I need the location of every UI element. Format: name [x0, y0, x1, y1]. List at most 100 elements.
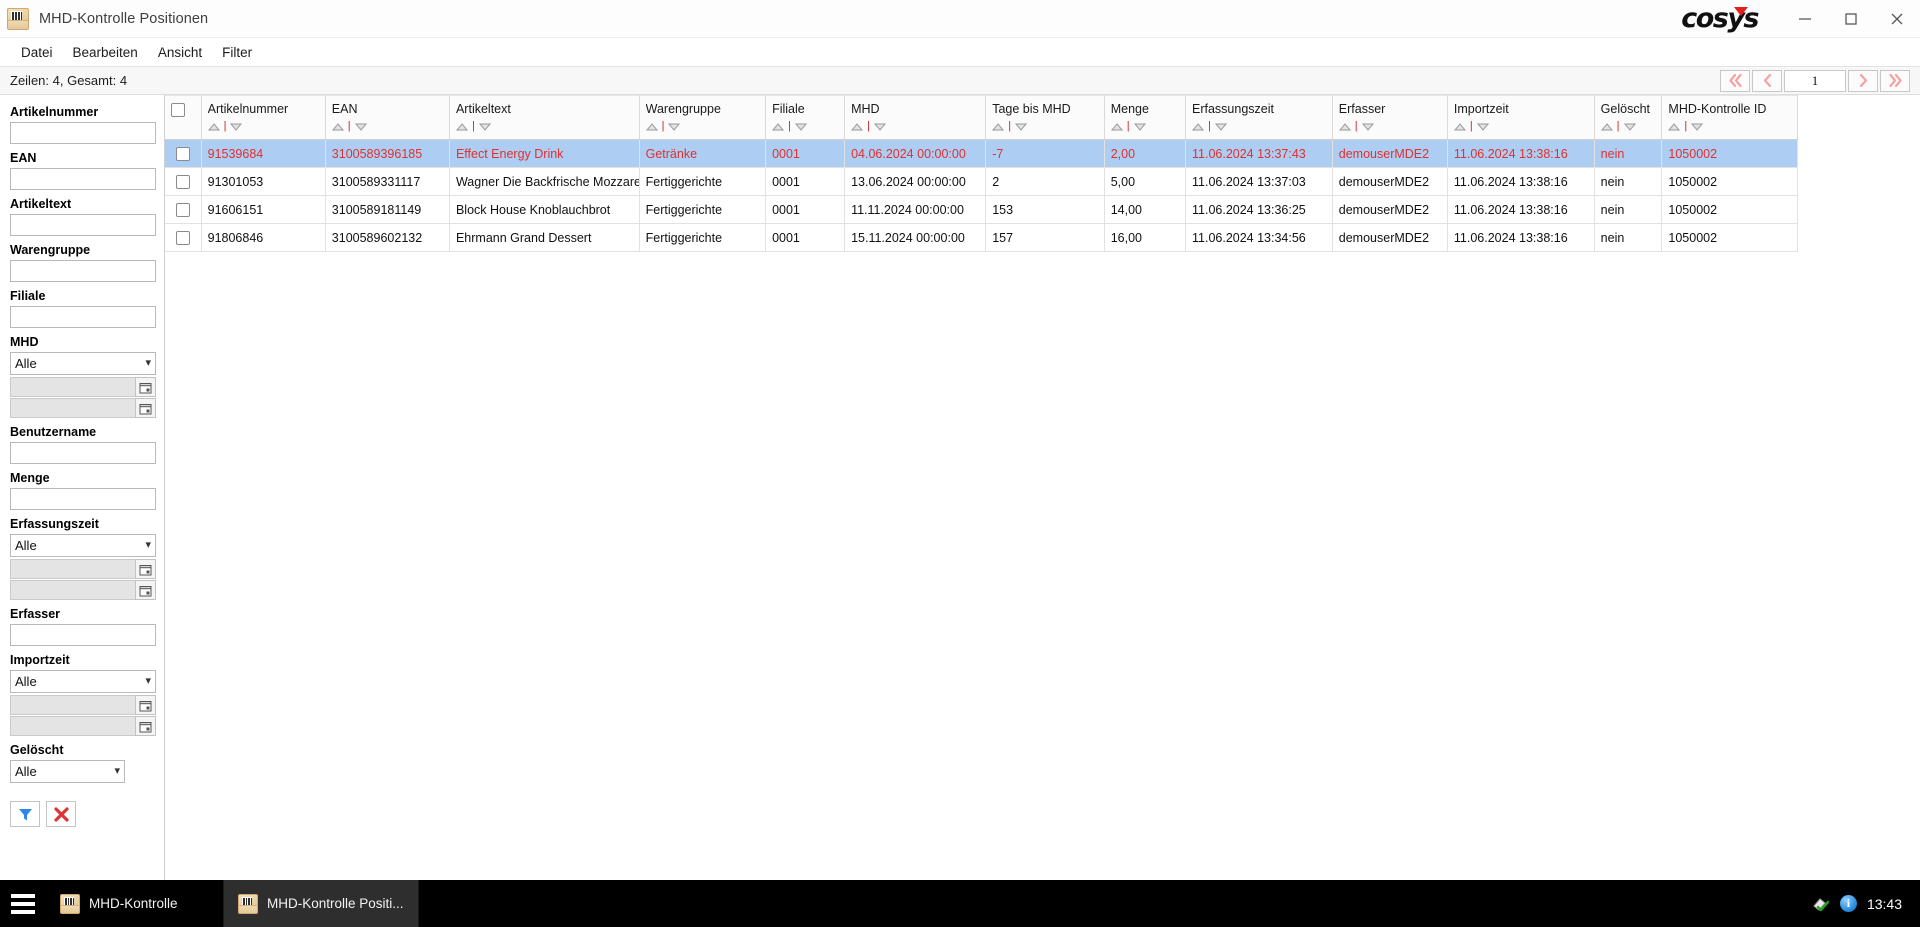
- row-checkbox[interactable]: [175, 174, 190, 189]
- menu-item-datei[interactable]: Datei: [12, 42, 62, 63]
- barcode-package-icon: [238, 893, 258, 914]
- column-header-artikelnummer[interactable]: Artikelnummer |: [201, 95, 326, 140]
- table-row[interactable]: 91606151 3100589181149 Block House Knobl…: [165, 195, 1798, 224]
- table-row[interactable]: 91539684 3100589396185 Effect Energy Dri…: [165, 139, 1798, 168]
- row-checkbox[interactable]: [175, 202, 190, 217]
- column-header-erfassungszeit[interactable]: Erfassungszeit |: [1185, 95, 1333, 140]
- sorter-divider: |: [1469, 120, 1473, 132]
- calendar-icon[interactable]: [135, 398, 156, 418]
- column-label: Artikeltext: [455, 102, 511, 116]
- select-all-checkbox[interactable]: [171, 102, 185, 117]
- filter-input-artikelnummer[interactable]: [10, 122, 156, 144]
- filter-date-to-mhd-field[interactable]: [10, 398, 135, 418]
- filter-date-from-erfassungszeit[interactable]: [10, 559, 156, 579]
- taskbar-clock: 13:43: [1866, 895, 1902, 912]
- column-header-erfasser[interactable]: Erfasser |: [1332, 95, 1448, 140]
- calendar-icon[interactable]: [135, 716, 156, 736]
- filter-label-filiale: Filiale: [10, 289, 46, 303]
- filter-input-filiale[interactable]: [10, 306, 156, 328]
- filter-input-ean[interactable]: [10, 168, 156, 190]
- sort-descending-icon: [1361, 123, 1374, 131]
- column-header-geloescht[interactable]: Gelöscht |: [1594, 95, 1663, 140]
- cell-ean: 3100589181149: [325, 195, 450, 224]
- cell-warengruppe: Fertiggerichte: [639, 195, 767, 224]
- filter-date-from-mhd[interactable]: [10, 377, 156, 397]
- menu-hamburger-icon[interactable]: [0, 880, 46, 927]
- menu-item-bearbeiten[interactable]: Bearbeiten: [64, 42, 147, 63]
- sorter-divider: |: [867, 120, 870, 132]
- cell-mhd: 04.06.2024 00:00:00: [844, 139, 987, 168]
- filter-date-from-importzeit-field[interactable]: [10, 695, 135, 715]
- close-icon[interactable]: [1874, 0, 1920, 38]
- info-icon[interactable]: i: [1839, 895, 1857, 912]
- filter-select-importzeit[interactable]: Alle ▾: [10, 670, 156, 693]
- row-select-cell[interactable]: [165, 167, 202, 196]
- column-header-mhd[interactable]: MHD |: [844, 95, 987, 140]
- cell-erfassungszeit: 11.06.2024 13:34:56: [1185, 223, 1333, 252]
- maximize-icon[interactable]: [1828, 0, 1874, 38]
- column-header-ean[interactable]: EAN |: [325, 95, 450, 140]
- filter-date-from-mhd-field[interactable]: [10, 377, 135, 397]
- column-header-menge[interactable]: Menge |: [1104, 95, 1187, 140]
- filter-date-to-importzeit-field[interactable]: [10, 716, 135, 736]
- column-header-warengruppe[interactable]: Warengruppe |: [639, 95, 767, 140]
- filter-input-warengruppe[interactable]: [10, 260, 156, 282]
- filter-input-artikeltext[interactable]: [10, 214, 156, 236]
- menu-bar: Datei Bearbeiten Ansicht Filter: [0, 38, 1920, 67]
- pager-page-input[interactable]: 1: [1784, 69, 1846, 92]
- table-row[interactable]: 91301053 3100589331117 Wagner Die Backfr…: [165, 167, 1798, 196]
- taskbar-item-mhd-kontrolle-positionen[interactable]: MHD-Kontrolle Positi...: [224, 880, 419, 927]
- cell-menge: 14,00: [1104, 195, 1187, 224]
- chevron-down-icon: ▾: [114, 765, 120, 777]
- status-strip: Zeilen: 4, Gesamt: 4 1: [0, 67, 1920, 95]
- row-checkbox[interactable]: [175, 230, 190, 245]
- filter-date-to-erfassungszeit-field[interactable]: [10, 580, 135, 600]
- column-header-artikeltext[interactable]: Artikeltext |: [449, 95, 640, 140]
- calendar-icon[interactable]: [135, 559, 156, 579]
- filter-date-to-erfassungszeit[interactable]: [10, 580, 156, 600]
- pager-last-button[interactable]: [1880, 69, 1910, 92]
- select-all-header[interactable]: [165, 95, 202, 140]
- filter-select-mhd[interactable]: Alle ▾: [10, 352, 156, 375]
- calendar-icon[interactable]: [135, 580, 156, 600]
- cell-geloescht: nein: [1594, 223, 1663, 252]
- sort-ascending-icon: [1338, 122, 1351, 130]
- filter-date-to-mhd[interactable]: [10, 398, 156, 418]
- table-row[interactable]: 91806846 3100589602132 Ehrmann Grand Des…: [165, 223, 1798, 252]
- filter-date-from-importzeit[interactable]: [10, 695, 156, 715]
- clear-filter-button[interactable]: [46, 801, 76, 827]
- calendar-icon[interactable]: [135, 695, 156, 715]
- cell-artikelnummer: 91301053: [201, 167, 326, 196]
- sort-ascending-icon: [331, 122, 344, 130]
- menu-item-ansicht[interactable]: Ansicht: [149, 42, 211, 63]
- menu-item-filter[interactable]: Filter: [213, 42, 261, 63]
- column-header-filiale[interactable]: Filiale |: [765, 95, 846, 140]
- filter-select-geloescht[interactable]: Alle ▾: [10, 760, 125, 783]
- eraser-check-icon[interactable]: [1812, 895, 1830, 913]
- taskbar-item-mhd-kontrolle[interactable]: MHD-Kontrolle: [46, 880, 224, 927]
- cell-filiale: 0001: [765, 223, 846, 252]
- apply-filter-button[interactable]: [10, 801, 40, 827]
- filter-input-menge[interactable]: [10, 488, 156, 510]
- filter-input-benutzername[interactable]: [10, 442, 156, 464]
- pager-next-button[interactable]: [1848, 69, 1878, 92]
- filter-select-erfassungszeit[interactable]: Alle ▾: [10, 534, 156, 557]
- pager-prev-button[interactable]: [1752, 69, 1782, 92]
- filter-date-to-importzeit[interactable]: [10, 716, 156, 736]
- filter-input-erfasser[interactable]: [10, 624, 156, 646]
- column-header-mhd-kontrolle-id[interactable]: MHD-Kontrolle ID |: [1661, 95, 1798, 140]
- row-select-cell[interactable]: [165, 195, 202, 224]
- filter-date-from-erfassungszeit-field[interactable]: [10, 559, 135, 579]
- row-select-cell[interactable]: [165, 139, 202, 168]
- cell-mhd: 13.06.2024 00:00:00: [844, 167, 987, 196]
- column-sorters: |: [1110, 121, 1179, 132]
- sorter-divider: |: [1208, 120, 1211, 132]
- column-header-importzeit[interactable]: Importzeit |: [1447, 95, 1595, 140]
- pager-first-button[interactable]: [1720, 69, 1750, 92]
- row-select-cell[interactable]: [165, 223, 202, 252]
- calendar-icon[interactable]: [135, 377, 156, 397]
- row-checkbox[interactable]: [175, 146, 190, 161]
- column-header-tage-bis-mhd[interactable]: Tage bis MHD |: [985, 95, 1105, 140]
- minimize-icon[interactable]: [1782, 0, 1828, 38]
- sort-ascending-icon: [1192, 122, 1204, 130]
